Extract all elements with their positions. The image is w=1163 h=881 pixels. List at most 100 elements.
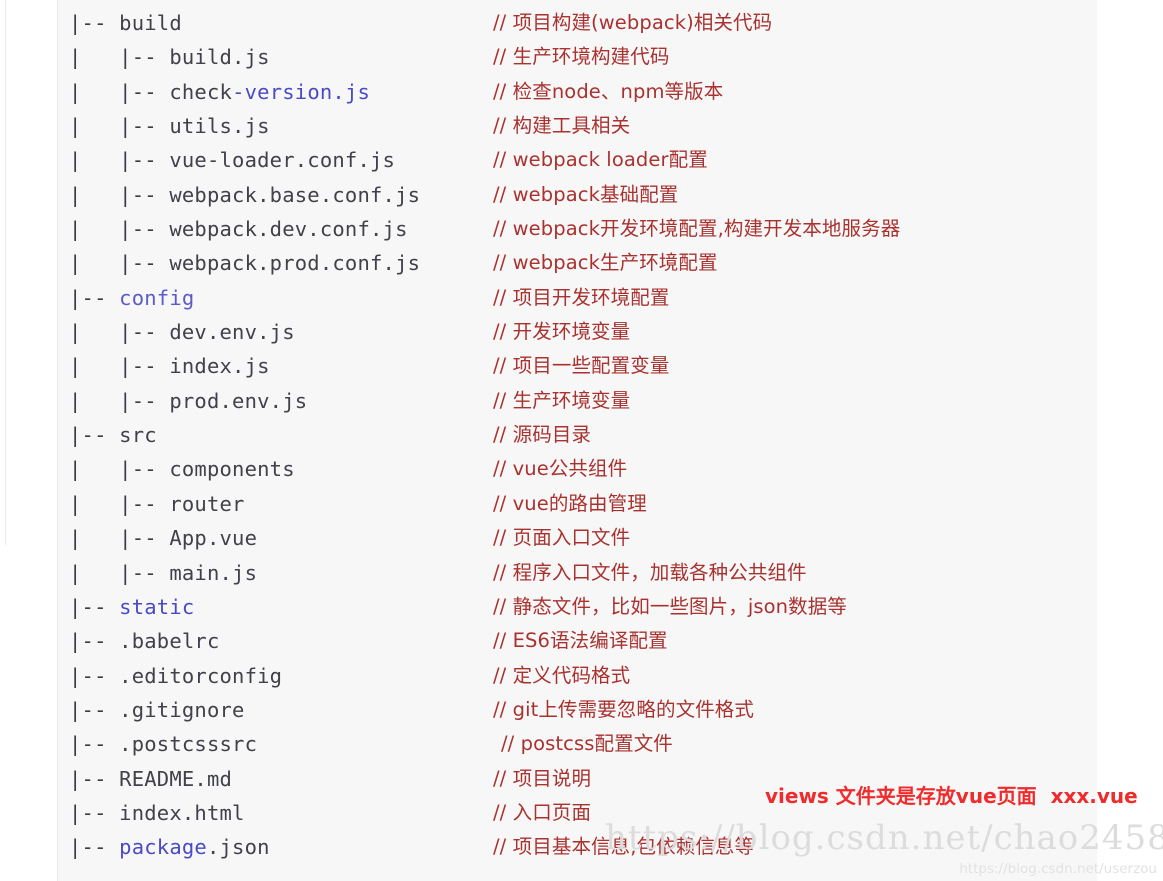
line-comment: // git上传需要忽略的文件格式: [493, 697, 754, 721]
tree-token: build: [119, 11, 182, 35]
red-annotation-note: views 文件夹是存放vue页面 xxx.vue: [765, 784, 1138, 808]
code-line: | |-- router// vue的路由管理: [58, 487, 1097, 521]
page-left-edge: [0, 0, 6, 545]
tree-token: | |--: [69, 320, 170, 345]
code-line: | |-- vue-loader.conf.js// webpack loade…: [58, 143, 1097, 177]
code-line: | |-- utils.js // 构建工具相关: [58, 109, 1097, 143]
line-comment: // vue的路由管理: [493, 491, 647, 515]
code-line: |-- .postcsssrc // postcss配置文件: [58, 727, 1097, 761]
line-comment: // 开发环境变量: [493, 320, 631, 344]
tree-path: |-- static: [58, 590, 493, 624]
line-comment: // 项目说明: [493, 766, 592, 790]
tree-token: | |--: [69, 182, 170, 207]
code-line: | |-- components// vue公共组件: [58, 452, 1097, 486]
line-comment: // 生产环境变量: [493, 388, 631, 412]
tree-path: |-- index.html: [58, 796, 493, 830]
tree-token: |--: [69, 663, 120, 688]
tree-token: | |--: [69, 148, 170, 173]
tree-token: webpack.prod.conf.js: [169, 251, 421, 276]
tree-token: | |--: [69, 354, 170, 379]
code-line: | |-- check-version.js// 检查node、npm等版本: [58, 75, 1097, 109]
tree-token: main.js: [169, 560, 258, 585]
tree-token: |--: [69, 423, 120, 448]
code-line: | |-- App.vue// 页面入口文件: [58, 521, 1097, 555]
line-comment: // 生产环境构建代码: [493, 45, 670, 69]
tree-token: dev.env.js: [169, 320, 295, 345]
tree-token: |--: [69, 835, 120, 860]
tree-path: |-- .editorconfig: [58, 659, 493, 693]
tree-path: | |-- check-version.js: [58, 75, 493, 109]
tree-path: | |-- index.js: [58, 349, 493, 383]
tree-token: static: [119, 594, 195, 619]
line-comment: // 静态文件，比如一些图片，json数据等: [493, 594, 847, 618]
tree-token: | |--: [69, 79, 170, 104]
line-comment: // 页面入口文件: [493, 526, 631, 550]
code-line: |-- static// 静态文件，比如一些图片，json数据等: [58, 590, 1097, 624]
code-line: |-- src// 源码目录: [58, 418, 1097, 452]
tree-path: | |-- App.vue: [58, 521, 493, 555]
tree-path: |-- config: [58, 281, 493, 315]
line-comment: // 程序入口文件，加载各种公共组件: [493, 560, 807, 584]
tree-token: webpack.base.conf.js: [169, 182, 421, 207]
tree-token: .postcsssrc: [119, 732, 258, 757]
line-comment: // 项目一些配置变量: [493, 354, 670, 378]
tree-path: |-- package.json: [58, 830, 493, 864]
line-comment: // webpack开发环境配置,构建开发本地服务器: [493, 217, 901, 241]
code-line: |-- config// 项目开发环境配置: [58, 281, 1097, 315]
watermark-secondary: https://blog.csdn.net/userzou: [959, 861, 1157, 877]
tree-token: | |--: [69, 491, 170, 516]
line-comment: // 检查node、npm等版本: [493, 79, 724, 103]
line-comment: // 构建工具相关: [493, 114, 631, 138]
tree-token: index.js: [169, 354, 270, 379]
tree-path: |-- src: [58, 418, 493, 452]
tree-token: |--: [69, 697, 120, 722]
code-line: |-- .editorconfig// 定义代码格式: [58, 659, 1097, 693]
code-line: | |-- webpack.dev.conf.js// webpack开发环境配…: [58, 212, 1097, 246]
tree-token: utils.js: [169, 114, 270, 139]
tree-token: | |--: [69, 457, 170, 482]
tree-token: index.html: [119, 800, 245, 825]
tree-token: src: [119, 423, 157, 448]
code-line: | |-- index.js// 项目一些配置变量: [58, 349, 1097, 383]
tree-path: | |-- main.js: [58, 556, 493, 590]
code-line: | |-- webpack.prod.conf.js// webpack生产环境…: [58, 246, 1097, 280]
code-line: |-- build// 项目构建(webpack)相关代码: [58, 6, 1097, 40]
tree-token: |--: [69, 766, 120, 791]
line-comment: // 项目开发环境配置: [493, 285, 670, 309]
tree-path: |-- README.md: [58, 762, 493, 796]
tree-token: | |--: [69, 251, 170, 276]
tree-path: | |-- webpack.dev.conf.js: [58, 212, 493, 246]
code-line: | |-- main.js// 程序入口文件，加载各种公共组件: [58, 556, 1097, 590]
tree-token: App.vue: [169, 526, 258, 551]
tree-token: README.md: [119, 766, 233, 791]
line-comment: // ES6语法编译配置: [493, 629, 668, 653]
tree-token: |--: [69, 732, 120, 757]
directory-structure-code-block: |-- build// 项目构建(webpack)相关代码 | |-- build…: [57, 0, 1097, 881]
watermark-primary: https://blog.csdn.net/chao2458: [605, 818, 1163, 858]
tree-token: package: [119, 835, 207, 860]
tree-token: check: [169, 79, 233, 104]
tree-token: prod.env.js: [169, 388, 308, 413]
tree-token: | |--: [69, 217, 170, 242]
tree-token: build.js: [169, 45, 270, 70]
tree-path: | |-- router: [58, 487, 493, 521]
tree-token: |--: [69, 800, 120, 825]
line-comment: // webpack基础配置: [493, 182, 679, 206]
code-line: |-- .gitignore// git上传需要忽略的文件格式: [58, 693, 1097, 727]
code-line: | |-- dev.env.js // 开发环境变量: [58, 315, 1097, 349]
tree-path: |-- .postcsssrc: [58, 727, 493, 761]
line-comment: // 定义代码格式: [493, 663, 631, 687]
tree-token: .babelrc: [119, 629, 220, 654]
line-comment: // 源码目录: [493, 423, 592, 447]
code-line: |-- .babelrc // ES6语法编译配置: [58, 624, 1097, 658]
tree-path: | |-- webpack.base.conf.js: [58, 178, 493, 212]
line-comment: // postcss配置文件: [501, 732, 673, 756]
tree-path: |-- build: [58, 6, 493, 40]
tree-token: vue-loader.conf.js: [169, 148, 396, 173]
tree-token: |--: [69, 285, 120, 310]
tree-token: |--: [69, 629, 120, 654]
tree-token: |--: [69, 594, 120, 619]
tree-token: | |--: [69, 114, 170, 139]
tree-token: -version.js: [232, 79, 371, 104]
line-comment: // 项目构建(webpack)相关代码: [493, 11, 773, 34]
